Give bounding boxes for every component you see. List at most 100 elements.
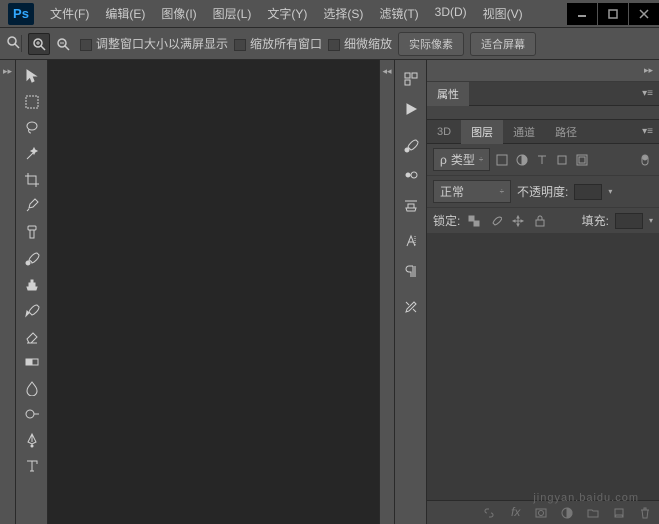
blur-tool[interactable] xyxy=(18,376,46,400)
fill-value-input[interactable] xyxy=(615,213,643,229)
expand-iconcol-icon[interactable]: ◂◂ xyxy=(380,64,393,79)
expand-toolbox-icon[interactable]: ▸▸ xyxy=(1,64,14,79)
menu-file[interactable]: 文件(F) xyxy=(42,1,97,26)
menu-type[interactable]: 文字(Y) xyxy=(259,1,315,26)
layer-blend-row: 正常 ÷ 不透明度: ▾ xyxy=(427,176,659,208)
menu-image[interactable]: 图像(I) xyxy=(153,1,204,26)
fill-slider-icon[interactable]: ▾ xyxy=(649,216,653,225)
menu-select[interactable]: 选择(S) xyxy=(315,1,371,26)
filter-type-icon[interactable] xyxy=(534,152,550,168)
type-tool[interactable] xyxy=(18,454,46,478)
minimize-button[interactable] xyxy=(567,3,597,25)
brush-presets-panel-icon[interactable] xyxy=(397,161,425,189)
fit-window-label: 调整窗口大小以满屏显示 xyxy=(96,37,228,51)
layer-style-icon[interactable]: fx xyxy=(507,505,523,521)
tab-3d[interactable]: 3D xyxy=(427,122,461,142)
document-canvas[interactable] xyxy=(48,60,379,524)
filter-pixel-icon[interactable] xyxy=(494,152,510,168)
titlebar: Ps 文件(F) 编辑(E) 图像(I) 图层(L) 文字(Y) 选择(S) 滤… xyxy=(0,0,659,28)
filter-shape-icon[interactable] xyxy=(554,152,570,168)
svg-text:fx: fx xyxy=(511,507,521,519)
fit-window-checkbox[interactable]: 调整窗口大小以满屏显示 xyxy=(80,35,228,52)
search-icon: ρ xyxy=(440,153,447,167)
layers-panel-menu[interactable]: ▾≡ xyxy=(642,126,653,137)
eyedropper-tool[interactable] xyxy=(18,194,46,218)
tool-presets-panel-icon[interactable] xyxy=(397,293,425,321)
panels-dock: ▸▸ 属性 ▾≡ 3D 图层 通道 路径 ▾≡ ρ 类型 ÷ xyxy=(427,60,659,524)
maximize-button[interactable] xyxy=(598,3,628,25)
collapse-strip-mid: ◂◂ xyxy=(379,60,395,524)
delete-layer-icon[interactable] xyxy=(637,505,653,521)
gradient-tool[interactable] xyxy=(18,350,46,374)
link-layers-icon[interactable] xyxy=(481,505,497,521)
brush-tool[interactable] xyxy=(18,246,46,270)
layer-lock-row: 锁定: 填充: ▾ xyxy=(427,208,659,234)
opacity-value-input[interactable] xyxy=(574,184,602,200)
blend-mode-dropdown[interactable]: 正常 ÷ xyxy=(433,180,511,203)
menu-3d[interactable]: 3D(D) xyxy=(427,1,475,26)
zoom-in-mode[interactable] xyxy=(28,33,50,55)
layer-mask-icon[interactable] xyxy=(533,505,549,521)
lock-position-icon[interactable] xyxy=(510,213,526,229)
lock-all-icon[interactable] xyxy=(532,213,548,229)
close-button[interactable] xyxy=(629,3,659,25)
marquee-tool[interactable] xyxy=(18,90,46,114)
tool-preset-picker[interactable] xyxy=(6,35,22,52)
new-layer-icon[interactable] xyxy=(611,505,627,521)
tab-properties[interactable]: 属性 xyxy=(427,82,469,106)
character-panel-icon[interactable] xyxy=(397,227,425,255)
fit-screen-button[interactable]: 适合屏幕 xyxy=(470,32,536,56)
layer-filter-kind-dropdown[interactable]: ρ 类型 ÷ xyxy=(433,148,490,171)
zoom-out-mode[interactable] xyxy=(52,33,74,55)
scrubby-zoom-checkbox[interactable]: 细微缩放 xyxy=(328,35,392,52)
zoom-all-label: 缩放所有窗口 xyxy=(250,37,322,51)
properties-panel-menu[interactable]: ▾≡ xyxy=(642,88,653,99)
history-brush-tool[interactable] xyxy=(18,298,46,322)
tab-channels[interactable]: 通道 xyxy=(503,120,545,144)
window-controls xyxy=(566,3,659,25)
magic-wand-tool[interactable] xyxy=(18,142,46,166)
tab-layers[interactable]: 图层 xyxy=(461,120,503,144)
fill-label: 填充: xyxy=(582,212,609,229)
filter-smart-icon[interactable] xyxy=(574,152,590,168)
layer-filter-row: ρ 类型 ÷ xyxy=(427,144,659,176)
move-tool[interactable] xyxy=(18,64,46,88)
crop-tool[interactable] xyxy=(18,168,46,192)
blend-mode-value: 正常 xyxy=(440,183,464,200)
clone-stamp-tool[interactable] xyxy=(18,272,46,296)
actual-pixels-button[interactable]: 实际像素 xyxy=(398,32,464,56)
layer-group-icon[interactable] xyxy=(585,505,601,521)
main-area: ▸▸ ◂◂ xyxy=(0,60,659,524)
menu-filter[interactable]: 滤镜(T) xyxy=(371,1,426,26)
brush-panel-icon[interactable] xyxy=(397,131,425,159)
lasso-tool[interactable] xyxy=(18,116,46,140)
filter-adjustment-icon[interactable] xyxy=(514,152,530,168)
layer-list[interactable] xyxy=(427,234,659,500)
eraser-tool[interactable] xyxy=(18,324,46,348)
toolbox xyxy=(16,60,48,524)
zoom-all-checkbox[interactable]: 缩放所有窗口 xyxy=(234,35,322,52)
opacity-label: 不透明度: xyxy=(517,183,568,200)
paragraph-panel-icon[interactable] xyxy=(397,257,425,285)
dodge-tool[interactable] xyxy=(18,402,46,426)
tab-paths[interactable]: 路径 xyxy=(545,120,587,144)
options-bar: 调整窗口大小以满屏显示 缩放所有窗口 细微缩放 实际像素 适合屏幕 xyxy=(0,28,659,60)
filter-toggle-switch[interactable] xyxy=(637,152,653,168)
layer-filter-kind-label: 类型 xyxy=(451,151,475,168)
lock-image-icon[interactable] xyxy=(488,213,504,229)
collapse-panels-icon[interactable]: ▸▸ xyxy=(642,63,655,78)
collapsed-panels-column xyxy=(395,60,427,524)
opacity-slider-icon[interactable]: ▾ xyxy=(608,187,612,196)
lock-transparency-icon[interactable] xyxy=(466,213,482,229)
menu-edit[interactable]: 编辑(E) xyxy=(97,1,153,26)
actions-panel-icon[interactable] xyxy=(397,95,425,123)
properties-panel-body xyxy=(427,106,659,120)
chevron-down-icon: ÷ xyxy=(500,187,504,196)
menu-layer[interactable]: 图层(L) xyxy=(205,1,260,26)
menu-view[interactable]: 视图(V) xyxy=(475,1,531,26)
adjustment-layer-icon[interactable] xyxy=(559,505,575,521)
history-panel-icon[interactable] xyxy=(397,65,425,93)
pen-tool[interactable] xyxy=(18,428,46,452)
clone-source-panel-icon[interactable] xyxy=(397,191,425,219)
healing-brush-tool[interactable] xyxy=(18,220,46,244)
